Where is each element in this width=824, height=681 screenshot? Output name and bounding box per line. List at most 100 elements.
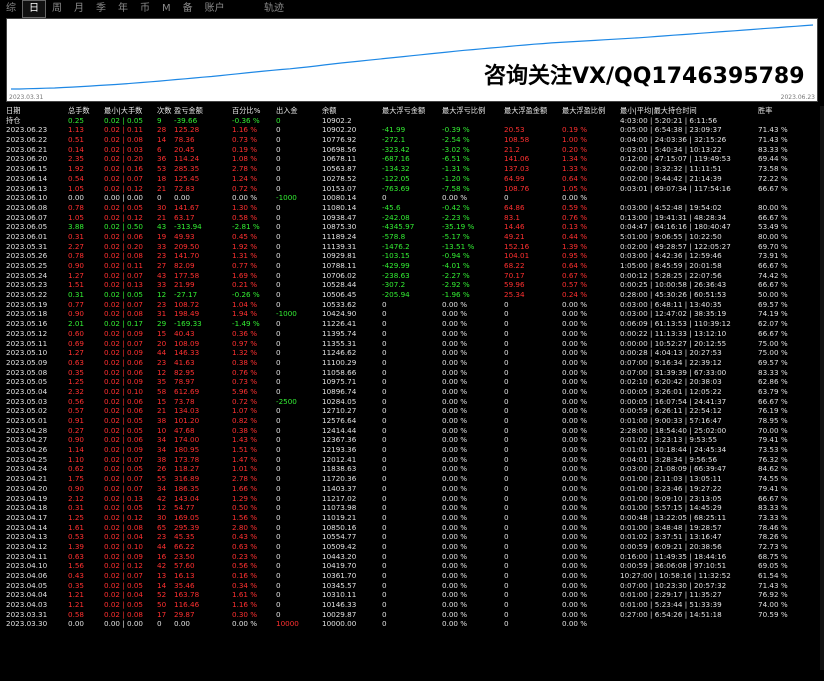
tab-0[interactable]: 综: [0, 1, 22, 17]
cell-13: 62.07 %: [758, 319, 788, 329]
table-row[interactable]: 2023.05.26 0.78 0.02 | 0.08 23 141.70 1.31 % 0…: [6, 251, 818, 261]
table-row[interactable]: 2023.05.09 0.63 0.02 | 0.06 23 41.63 0.38 % 0 1…: [6, 358, 818, 368]
tab-3[interactable]: 月: [68, 1, 90, 17]
table-row[interactable]: 2023.04.05 0.35 0.02 | 0.05 14 35.46 0.34 % 0 1…: [6, 581, 818, 591]
col-header-12[interactable]: 最小|平均|最大持仓时间: [620, 106, 758, 116]
table-row[interactable]: 2023.03.31 0.58 0.02 | 0.08 17 29.87 0.30 % 0 1…: [6, 610, 818, 620]
cell-12: 0:02:00 | 3:32:32 | 11:11:51: [620, 164, 722, 174]
table-row[interactable]: 2023.04.13 0.53 0.02 | 0.04 23 45.35 0.43 % 0 1…: [6, 532, 818, 542]
table-row[interactable]: 2023.06.05 3.88 0.02 | 0.50 43 -313.94 -2.81 …: [6, 222, 818, 232]
cell-2: 0.02 | 0.08: [104, 251, 143, 261]
table-row[interactable]: 2023.04.12 1.39 0.02 | 0.10 44 66.22 0.63 % 0 1…: [6, 542, 818, 552]
table-row[interactable]: 2023.06.23 1.13 0.02 | 0.11 28 125.28 1.16 % 0…: [6, 125, 818, 135]
table-row[interactable]: 2023.05.16 2.01 0.02 | 0.17 29 -169.33 -1.49 …: [6, 319, 818, 329]
cell-9: 0.00 %: [442, 503, 468, 513]
cell-8: -578.8: [382, 231, 406, 241]
tab-7[interactable]: M: [156, 1, 177, 17]
table-row[interactable]: 2023.05.12 0.60 0.02 | 0.09 15 40.43 0.36 % 0 1…: [6, 329, 818, 339]
table-row[interactable]: 2023.04.24 0.62 0.02 | 0.05 26 118.27 1.01 % 0…: [6, 464, 818, 474]
table-row[interactable]: 2023.04.04 1.21 0.02 | 0.04 52 163.78 1.61 % 0…: [6, 590, 818, 600]
table-row[interactable]: 2023.04.20 0.90 0.02 | 0.07 34 186.35 1.66 % 0…: [6, 484, 818, 494]
tab-4[interactable]: 季: [90, 1, 112, 17]
col-header-13[interactable]: 胜率: [758, 106, 798, 116]
table-row[interactable]: 2023.06.01 0.31 0.02 | 0.06 19 49.93 0.45 % 0 1…: [6, 232, 818, 242]
table-row[interactable]: 2023.05.08 0.35 0.02 | 0.06 12 82.95 0.76 % 0 1…: [6, 368, 818, 378]
col-header-2[interactable]: 最小|大手数: [104, 106, 157, 116]
table-row[interactable]: 2023.05.25 0.90 0.02 | 0.11 27 82.09 0.77 % 0 1…: [6, 261, 818, 271]
table-row[interactable]: 2023.04.18 0.31 0.02 | 0.05 12 54.77 0.50 % 0 1…: [6, 503, 818, 513]
col-header-4[interactable]: 盈亏金额: [174, 106, 232, 116]
table-row[interactable]: 2023.05.18 0.90 0.02 | 0.08 31 198.49 1.94 % -…: [6, 309, 818, 319]
cell-11: [562, 116, 620, 126]
table-row[interactable]: 2023.05.23 1.51 0.02 | 0.13 33 21.99 0.21 % 0 1…: [6, 280, 818, 290]
col-header-5[interactable]: 百分比%: [232, 106, 276, 116]
table-row[interactable]: 2023.06.13 1.05 0.02 | 0.12 21 72.83 0.72 % 0 1…: [6, 184, 818, 194]
tab-6[interactable]: 币: [134, 1, 156, 17]
table-row[interactable]: 2023.05.22 0.31 0.02 | 0.05 12 -27.17 -0.26 %…: [6, 290, 818, 300]
col-header-10[interactable]: 最大浮盈金额: [504, 106, 562, 116]
table-row[interactable]: 2023.06.10 0.00 0.00 | 0.00 0 0.00 0.00 % -100…: [6, 193, 818, 203]
cell-2: 0.02 | 0.03: [104, 144, 143, 154]
table-row[interactable]: 2023.04.10 1.56 0.02 | 0.12 42 57.60 0.56 % 0 1…: [6, 561, 818, 571]
table-row[interactable]: 2023.05.31 2.27 0.02 | 0.20 33 209.50 1.92 % 0…: [6, 242, 818, 252]
tab-8[interactable]: 备: [177, 1, 199, 17]
table-row[interactable]: 2023.04.11 0.63 0.02 | 0.09 16 23.50 0.23 % 0 1…: [6, 552, 818, 562]
table-row[interactable]: 2023.04.26 1.14 0.02 | 0.09 34 180.95 1.51 % 0…: [6, 445, 818, 455]
cell-3: 14: [157, 580, 167, 590]
table-row[interactable]: 2023.05.19 0.77 0.02 | 0.07 23 108.72 1.04 % 0…: [6, 300, 818, 310]
cell-6: 0: [276, 212, 281, 222]
table-row[interactable]: 2023.05.03 0.56 0.02 | 0.06 15 73.78 0.72 % -2…: [6, 397, 818, 407]
table-row[interactable]: 2023.04.25 1.10 0.02 | 0.07 38 173.78 1.47 % 0…: [6, 455, 818, 465]
cell-1: 0.63: [68, 551, 85, 561]
col-header-6[interactable]: 出入金: [276, 106, 322, 116]
table-row[interactable]: 2023.04.27 0.90 0.02 | 0.06 34 174.00 1.43 % 0…: [6, 435, 818, 445]
cell-8: 0: [382, 348, 387, 358]
cell-2: 0.02 | 0.06: [104, 231, 143, 241]
table-row[interactable]: 2023.04.17 1.25 0.02 | 0.12 30 169.05 1.56 % 0…: [6, 513, 818, 523]
cell-3: 43: [157, 270, 167, 280]
table-row[interactable]: 2023.04.28 0.27 0.02 | 0.05 10 47.68 0.38 % 0 1…: [6, 426, 818, 436]
cell-12: 0:01:01 | 10:18:44 | 24:45:34: [620, 445, 727, 455]
table-row[interactable]: 2023.06.22 0.51 0.02 | 0.08 14 78.36 0.73 % 0 1…: [6, 135, 818, 145]
scrollbar[interactable]: [820, 106, 824, 670]
table-row[interactable]: 2023.06.08 0.78 0.02 | 0.05 30 141.67 1.30 % 0…: [6, 203, 818, 213]
col-header-0[interactable]: 日期: [6, 106, 68, 116]
cell-4: 177.58: [174, 270, 200, 280]
col-header-7[interactable]: 余额: [322, 106, 382, 116]
col-header-9[interactable]: 最大浮亏比例: [442, 106, 504, 116]
table-row[interactable]: 2023.04.21 1.75 0.02 | 0.07 55 316.89 2.78 % 0…: [6, 474, 818, 484]
col-header-11[interactable]: 最大浮盈比例: [562, 106, 620, 116]
table-row[interactable]: 2023.05.02 0.57 0.02 | 0.06 21 134.03 1.07 % 0…: [6, 406, 818, 416]
table-row[interactable]: 2023.06.07 1.05 0.02 | 0.12 21 63.17 0.58 % 0 1…: [6, 213, 818, 223]
table-row[interactable]: 2023.05.05 1.25 0.02 | 0.09 35 78.97 0.73 % 0 1…: [6, 377, 818, 387]
table-row[interactable]: 2023.06.20 2.35 0.02 | 0.20 36 114.24 1.08 % 0…: [6, 154, 818, 164]
cell-7: 11395.74: [322, 328, 357, 338]
table-row[interactable]: 2023.03.30 0.00 0.00 | 0.00 0 0.00 0.00 % 1000…: [6, 619, 818, 629]
table-row[interactable]: 2023.06.14 0.54 0.02 | 0.07 18 125.45 1.24 % 0…: [6, 174, 818, 184]
tab-2[interactable]: 周: [46, 1, 68, 17]
col-header-8[interactable]: 最大浮亏金额: [382, 106, 442, 116]
table-row[interactable]: 2023.06.15 1.92 0.02 | 0.16 53 285.35 2.78 % 0…: [6, 164, 818, 174]
tab-5[interactable]: 年: [112, 1, 134, 17]
table-row[interactable]: 2023.05.24 1.27 0.02 | 0.07 43 177.58 1.69 % 0…: [6, 271, 818, 281]
table-row[interactable]: 2023.05.10 1.27 0.02 | 0.09 44 146.33 1.32 % 0…: [6, 348, 818, 358]
cell-2: 0.02 | 0.05: [104, 600, 143, 610]
tab-9[interactable]: 账户: [199, 1, 231, 17]
tab-10[interactable]: 轨迹: [258, 1, 290, 17]
tab-1[interactable]: 日: [22, 0, 46, 18]
cell-3: 20: [157, 338, 167, 348]
table-row[interactable]: 2023.04.03 1.21 0.02 | 0.05 50 116.46 1.16 % 0…: [6, 600, 818, 610]
holding-row[interactable]: 持仓 0.25 0.02 | 0.05 9 -39.66 -0.36 % 0 10902.2 4…: [6, 116, 818, 126]
col-header-3[interactable]: 次数: [157, 106, 174, 116]
table-row[interactable]: 2023.05.11 0.69 0.02 | 0.07 20 108.09 0.97 % 0…: [6, 339, 818, 349]
table-row[interactable]: 2023.04.14 1.61 0.02 | 0.08 65 295.39 2.80 % 0…: [6, 523, 818, 533]
table-row[interactable]: 2023.05.04 2.32 0.02 | 0.10 58 612.69 5.96 % 0…: [6, 387, 818, 397]
col-header-1[interactable]: 总手数: [68, 106, 104, 116]
table-row[interactable]: 2023.04.06 0.43 0.02 | 0.07 13 16.13 0.16 % 0 1…: [6, 571, 818, 581]
cell-8: 0: [382, 609, 387, 619]
cell-11: 0.00 %: [562, 357, 588, 367]
table-row[interactable]: 2023.06.21 0.14 0.02 | 0.03 6 20.45 0.19 % 0 10…: [6, 145, 818, 155]
table-row[interactable]: 2023.04.19 2.12 0.02 | 0.13 42 143.04 1.29 % 0…: [6, 494, 818, 504]
table-row[interactable]: 2023.05.01 0.91 0.02 | 0.05 38 101.20 0.82 % 0…: [6, 416, 818, 426]
cell-12: 0:03:00 | 4:42:36 | 12:59:46: [620, 251, 722, 261]
